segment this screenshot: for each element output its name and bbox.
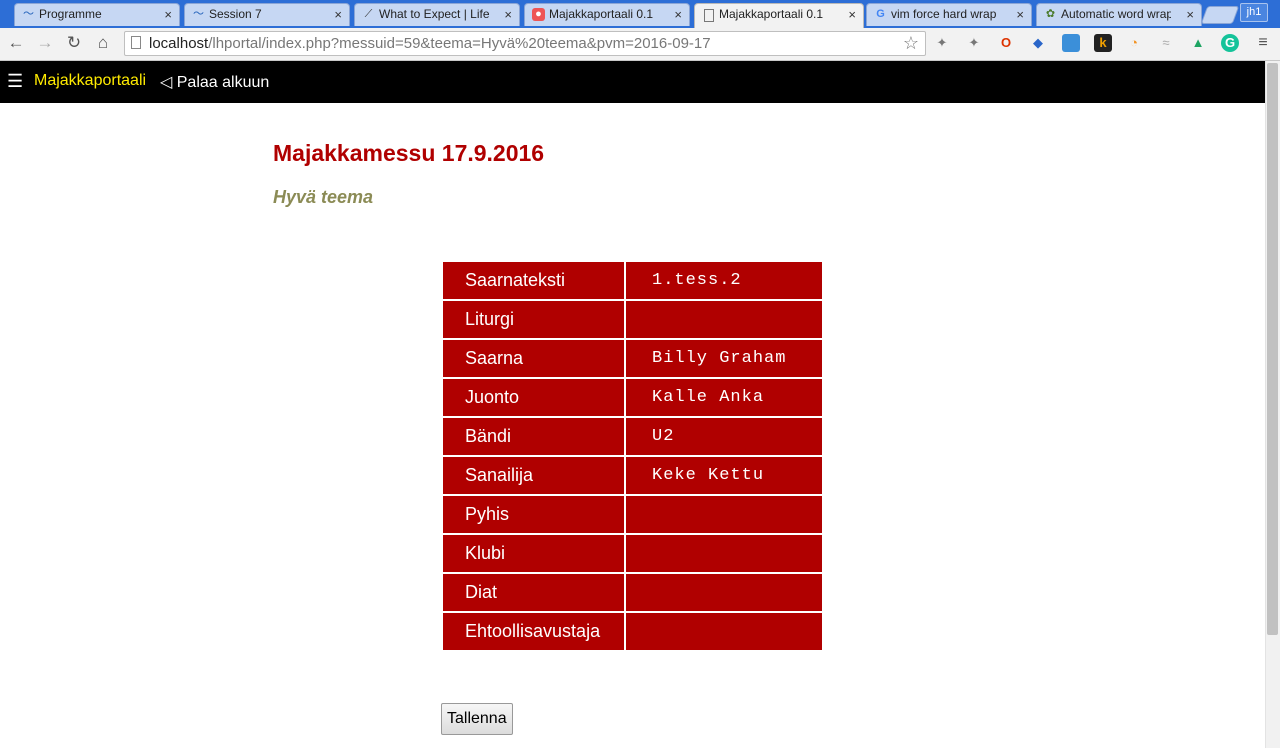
menu-icon[interactable]: ≡ xyxy=(1254,34,1272,52)
table-row: Liturgi xyxy=(443,301,822,338)
close-icon[interactable]: × xyxy=(674,4,682,25)
tab-title: What to Expect | Life xyxy=(379,7,489,21)
table-row: Saarnateksti 1.tess.2 xyxy=(443,262,822,299)
role-label: Juonto xyxy=(443,379,624,416)
tab-title: vim force hard wrap xyxy=(891,7,997,21)
save-button[interactable]: Tallenna xyxy=(441,703,513,735)
url-host: localhost xyxy=(149,35,209,52)
pin-icon[interactable]: ✦ xyxy=(965,34,983,52)
logo-icon: ⟋ xyxy=(364,8,373,20)
brand-link[interactable]: Majakkaportaali xyxy=(34,72,146,90)
table-row: Diat xyxy=(443,574,822,611)
close-icon[interactable]: × xyxy=(1016,4,1024,25)
google-icon: G xyxy=(876,8,885,20)
rss-icon[interactable]: ◔ xyxy=(1125,34,1143,52)
role-label: Bändi xyxy=(443,418,624,455)
table-row: Sanailija Keke Kettu xyxy=(443,457,822,494)
table-row: Ehtoollisavustaja xyxy=(443,613,822,650)
profile-button[interactable]: jh1 xyxy=(1240,3,1268,22)
role-value[interactable] xyxy=(626,535,822,572)
tab-word-wrap[interactable]: ✿ Automatic word wrap × xyxy=(1036,3,1202,26)
role-label: Pyhis xyxy=(443,496,624,533)
pin-icon[interactable]: ✦ xyxy=(933,34,951,52)
close-icon[interactable]: × xyxy=(1186,4,1194,25)
table-row: Klubi xyxy=(443,535,822,572)
tab-strip: 〜 Programme × 〜 Session 7 × ⟋ What to Ex… xyxy=(0,0,1280,28)
wave-icon: 〜 xyxy=(193,8,204,20)
table-row: Bändi U2 xyxy=(443,418,822,455)
table-row: Juonto Kalle Anka xyxy=(443,379,822,416)
role-value[interactable]: Billy Graham xyxy=(626,340,822,377)
page-title: Majakkamessu 17.9.2016 xyxy=(273,140,545,166)
role-value[interactable] xyxy=(626,496,822,533)
role-label: Liturgi xyxy=(443,301,624,338)
close-icon[interactable]: × xyxy=(334,4,342,25)
table-row: Saarna Billy Graham xyxy=(443,340,822,377)
app-icon: ● xyxy=(532,8,545,21)
cap-icon[interactable]: ◆ xyxy=(1029,34,1047,52)
page-icon xyxy=(131,36,141,49)
browser-toolbar: ← → ↻ ⌂ localhost/lhportal/index.php?mes… xyxy=(0,28,1280,61)
grammarly-icon[interactable]: G xyxy=(1221,34,1239,52)
close-icon[interactable]: × xyxy=(164,4,172,25)
role-value[interactable] xyxy=(626,301,822,338)
roles-table: Saarnateksti 1.tess.2 Liturgi Saarna Bil… xyxy=(441,260,824,652)
role-value[interactable]: 1.tess.2 xyxy=(626,262,822,299)
opera-icon[interactable]: O xyxy=(997,34,1015,52)
role-label: Klubi xyxy=(443,535,624,572)
gear-icon: ✿ xyxy=(1045,8,1056,20)
role-label: Sanailija xyxy=(443,457,624,494)
role-value[interactable] xyxy=(626,613,822,650)
k-icon[interactable]: k xyxy=(1094,34,1112,52)
new-tab-button[interactable] xyxy=(1200,6,1240,24)
wave-icon: 〜 xyxy=(23,8,34,20)
tab-what-to-expect[interactable]: ⟋ What to Expect | Life × xyxy=(354,3,520,26)
home-icon[interactable]: ⌂ xyxy=(92,32,114,54)
tab-majakka-active[interactable]: Majakkaportaali 0.1 × xyxy=(694,3,864,28)
tab-vim[interactable]: G vim force hard wrap × xyxy=(866,3,1032,26)
tab-programme[interactable]: 〜 Programme × xyxy=(14,3,180,26)
site-nav: ☰ Majakkaportaali ◁ Palaa alkuun xyxy=(0,61,1265,103)
back-to-start-link[interactable]: ◁ Palaa alkuun xyxy=(160,72,269,92)
drive-icon[interactable]: ▲ xyxy=(1189,34,1207,52)
tab-title: Majakkaportaali 0.1 xyxy=(719,7,824,21)
theme-subtitle: Hyvä teema xyxy=(273,187,374,207)
close-icon[interactable]: × xyxy=(848,4,856,25)
role-label: Saarnateksti xyxy=(443,262,624,299)
hamburger-menu-icon[interactable]: ☰ xyxy=(7,72,23,90)
tab-title: Session 7 xyxy=(209,7,262,21)
url-path: /lhportal/index.php?messuid=59&teema=Hyv… xyxy=(208,35,711,52)
role-label: Ehtoollisavustaja xyxy=(443,613,624,650)
role-value[interactable]: U2 xyxy=(626,418,822,455)
page-icon xyxy=(704,9,714,22)
role-value[interactable]: Kalle Anka xyxy=(626,379,822,416)
role-value[interactable]: Keke Kettu xyxy=(626,457,822,494)
close-icon[interactable]: × xyxy=(504,4,512,25)
window-icon[interactable] xyxy=(1062,34,1080,52)
tab-title: Majakkaportaali 0.1 xyxy=(549,7,654,21)
url-text: localhost/lhportal/index.php?messuid=59&… xyxy=(149,35,711,52)
back-arrow-icon[interactable]: ← xyxy=(5,32,27,54)
bookmark-star-icon[interactable]: ☆ xyxy=(903,33,919,54)
role-value[interactable] xyxy=(626,574,822,611)
reload-icon[interactable]: ↻ xyxy=(63,32,85,54)
handshake-icon[interactable]: ≈ xyxy=(1157,34,1175,52)
tab-title: Automatic word wrap xyxy=(1061,7,1171,21)
tab-majakka-1[interactable]: ● Majakkaportaali 0.1 × xyxy=(524,3,690,26)
tab-session[interactable]: 〜 Session 7 × xyxy=(184,3,350,26)
tab-title: Programme xyxy=(39,7,102,21)
forward-arrow-icon[interactable]: → xyxy=(34,32,56,54)
role-label: Saarna xyxy=(443,340,624,377)
table-row: Pyhis xyxy=(443,496,822,533)
role-label: Diat xyxy=(443,574,624,611)
address-bar[interactable]: localhost/lhportal/index.php?messuid=59&… xyxy=(124,31,926,56)
scrollbar-thumb[interactable] xyxy=(1267,63,1278,635)
